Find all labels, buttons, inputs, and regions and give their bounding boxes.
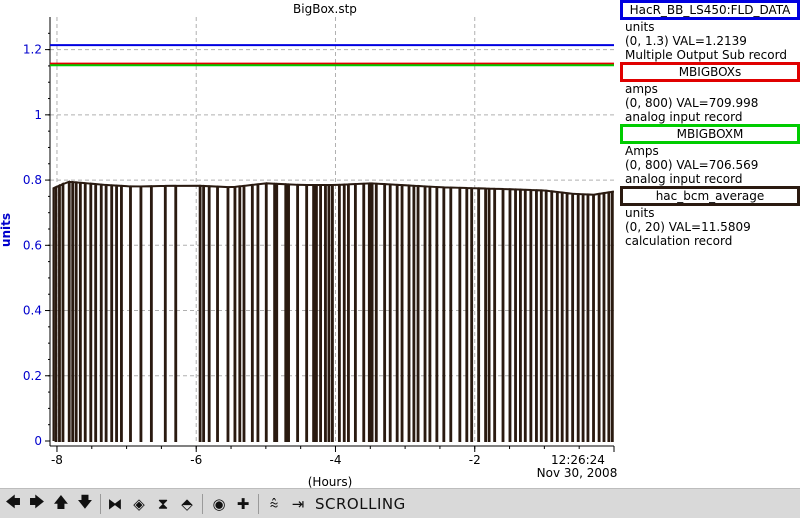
toolbar-separator xyxy=(258,494,259,514)
legend-series-name[interactable]: MBIGBOXs xyxy=(620,62,800,82)
legend-unit: units xyxy=(625,20,655,34)
legend-unit: amps xyxy=(625,82,658,96)
auto-scale-icon[interactable]: ⩯ xyxy=(265,495,283,513)
legend-entry[interactable]: hac_bcm_average units (0, 20) VAL=11.5809 c… xyxy=(619,186,800,248)
legend: HacR_BB_LS450:FLD_DATA units (0, 1.3) VAL=… xyxy=(619,0,800,248)
y-tick-label: 0 xyxy=(34,434,42,448)
x-tick-label: -4 xyxy=(329,453,341,467)
legend-series-name[interactable]: hac_bcm_average xyxy=(620,186,800,206)
arrow-left-icon[interactable]: 🡄 xyxy=(4,493,22,513)
zoom-out-vertical-icon[interactable]: ⬘ xyxy=(178,495,196,513)
legend-range-val: (0, 800) VAL=706.569 xyxy=(625,158,759,172)
x-end-date-label: Nov 30, 2008 xyxy=(537,466,618,480)
toolbar-separator xyxy=(100,494,101,514)
zoom-in-vertical-icon[interactable]: ⧗ xyxy=(154,495,172,513)
arrow-down-icon[interactable]: 🡇 xyxy=(76,493,94,513)
legend-entry[interactable]: MBIGBOXM Amps (0, 800) VAL=706.569 analog i… xyxy=(619,124,800,186)
strip-chart[interactable]: 0 0.2 0.4 0.6 0.8 1 1.2 -8 -6 -4 -2 12:26:24Nov 30,… xyxy=(0,0,619,488)
legend-record: Multiple Output Sub record xyxy=(625,48,787,62)
legend-entry[interactable]: MBIGBOXs amps (0, 800) VAL=709.998 analog i… xyxy=(619,62,800,124)
zoom-out-horizontal-icon[interactable]: ◈ xyxy=(130,495,148,513)
y-tick-label: 0.2 xyxy=(23,369,42,383)
legend-record: calculation record xyxy=(625,234,733,248)
config-icon[interactable]: ◉ xyxy=(210,495,228,513)
chart-title: BigBox.stp xyxy=(293,2,357,16)
legend-unit: units xyxy=(625,206,655,220)
scroll-mode-icon[interactable]: ⇥ xyxy=(289,495,307,513)
legend-unit: Amps xyxy=(625,144,659,158)
x-tick-label: -8 xyxy=(51,453,63,467)
y-axis-label: units xyxy=(0,213,13,247)
toolbar-separator xyxy=(202,494,203,514)
x-tick-label: -2 xyxy=(469,453,481,467)
legend-range-val: (0, 800) VAL=709.998 xyxy=(625,96,759,110)
legend-record: analog input record xyxy=(625,172,743,186)
legend-range-val: (0, 1.3) VAL=1.2139 xyxy=(625,34,747,48)
add-pv-icon[interactable]: ✚ xyxy=(234,495,252,513)
y-tick-label: 0.8 xyxy=(23,173,42,187)
y-tick-label: 0.6 xyxy=(23,238,42,252)
zoom-in-horizontal-icon[interactable]: ⧓ xyxy=(106,495,124,513)
legend-series-name[interactable]: HacR_BB_LS450:FLD_DATA xyxy=(620,0,800,20)
x-end-time-label: 12:26:24 xyxy=(551,453,605,467)
y-tick-label: 0.4 xyxy=(23,304,42,318)
legend-entry[interactable]: HacR_BB_LS450:FLD_DATA units (0, 1.3) VAL=… xyxy=(619,0,800,62)
toolbar: SCROLLING 🡄 🡆 🡅 🡇 ⧓ ◈ ⧗ ⬘ ◉ ✚ ⩯ ⇥ xyxy=(0,488,800,518)
x-tick-label: -6 xyxy=(190,453,202,467)
legend-series-name[interactable]: MBIGBOXM xyxy=(620,124,800,144)
legend-range-val: (0, 20) VAL=11.5809 xyxy=(625,220,751,234)
arrow-up-icon[interactable]: 🡅 xyxy=(52,493,70,513)
y-tick-label: 1 xyxy=(34,108,42,122)
series-line-hac_bcm_average xyxy=(52,180,614,442)
y-tick-label: 1.2 xyxy=(23,43,42,57)
x-axis-label: (Hours) xyxy=(308,475,353,488)
arrow-right-icon[interactable]: 🡆 xyxy=(28,493,46,513)
scroll-mode-status: SCROLLING xyxy=(315,495,406,513)
legend-record: analog input record xyxy=(625,110,743,124)
